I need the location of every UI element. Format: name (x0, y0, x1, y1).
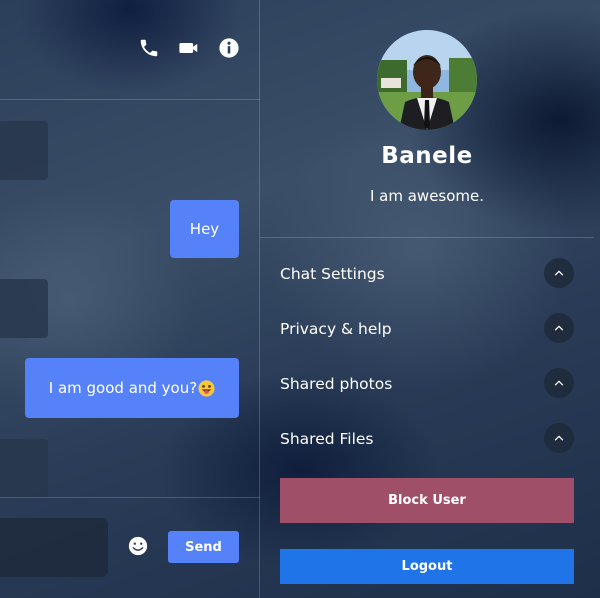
info-icon[interactable] (218, 37, 240, 59)
logout-button[interactable]: Logout (280, 549, 574, 584)
outgoing-message: I am good and you? (25, 358, 239, 418)
outgoing-message: Hey (170, 200, 239, 258)
incoming-message (0, 279, 48, 338)
section-label: Chat Settings (280, 265, 385, 283)
chat-header (0, 0, 260, 100)
grinning-tongue-emoji (198, 379, 215, 397)
message-text: Hey (189, 220, 220, 238)
section-chat-settings[interactable]: Chat Settings (280, 258, 574, 290)
section-shared-files[interactable]: Shared Files (280, 423, 574, 455)
message-composer: Send (0, 497, 260, 598)
send-button[interactable]: Send (168, 531, 239, 563)
profile-name: Banele (381, 143, 473, 169)
video-camera-icon[interactable] (178, 37, 200, 59)
chat-panel: Hey I am good and you? Send (0, 0, 260, 598)
section-label: Privacy & help (280, 320, 392, 338)
section-privacy-help[interactable]: Privacy & help (280, 313, 574, 345)
section-label: Shared photos (280, 375, 393, 393)
profile-panel: Banele I am awesome. Chat Settings Priva… (260, 0, 600, 598)
chevron-up-icon[interactable] (544, 258, 574, 288)
block-user-button[interactable]: Block User (280, 478, 574, 523)
message-text: I am good and you? (48, 379, 198, 397)
message-input[interactable] (0, 518, 108, 577)
profile-status: I am awesome. (369, 187, 485, 205)
chevron-up-icon[interactable] (544, 368, 574, 398)
incoming-message (0, 121, 48, 180)
section-label: Shared Files (280, 430, 374, 448)
chevron-up-icon[interactable] (544, 313, 574, 343)
profile-divider (260, 237, 594, 238)
user-avatar[interactable] (377, 30, 477, 130)
incoming-message (0, 439, 48, 498)
section-shared-photos[interactable]: Shared photos (280, 368, 574, 400)
chevron-up-icon[interactable] (544, 423, 574, 453)
smiley-icon[interactable] (127, 535, 149, 557)
phone-icon[interactable] (138, 37, 160, 59)
